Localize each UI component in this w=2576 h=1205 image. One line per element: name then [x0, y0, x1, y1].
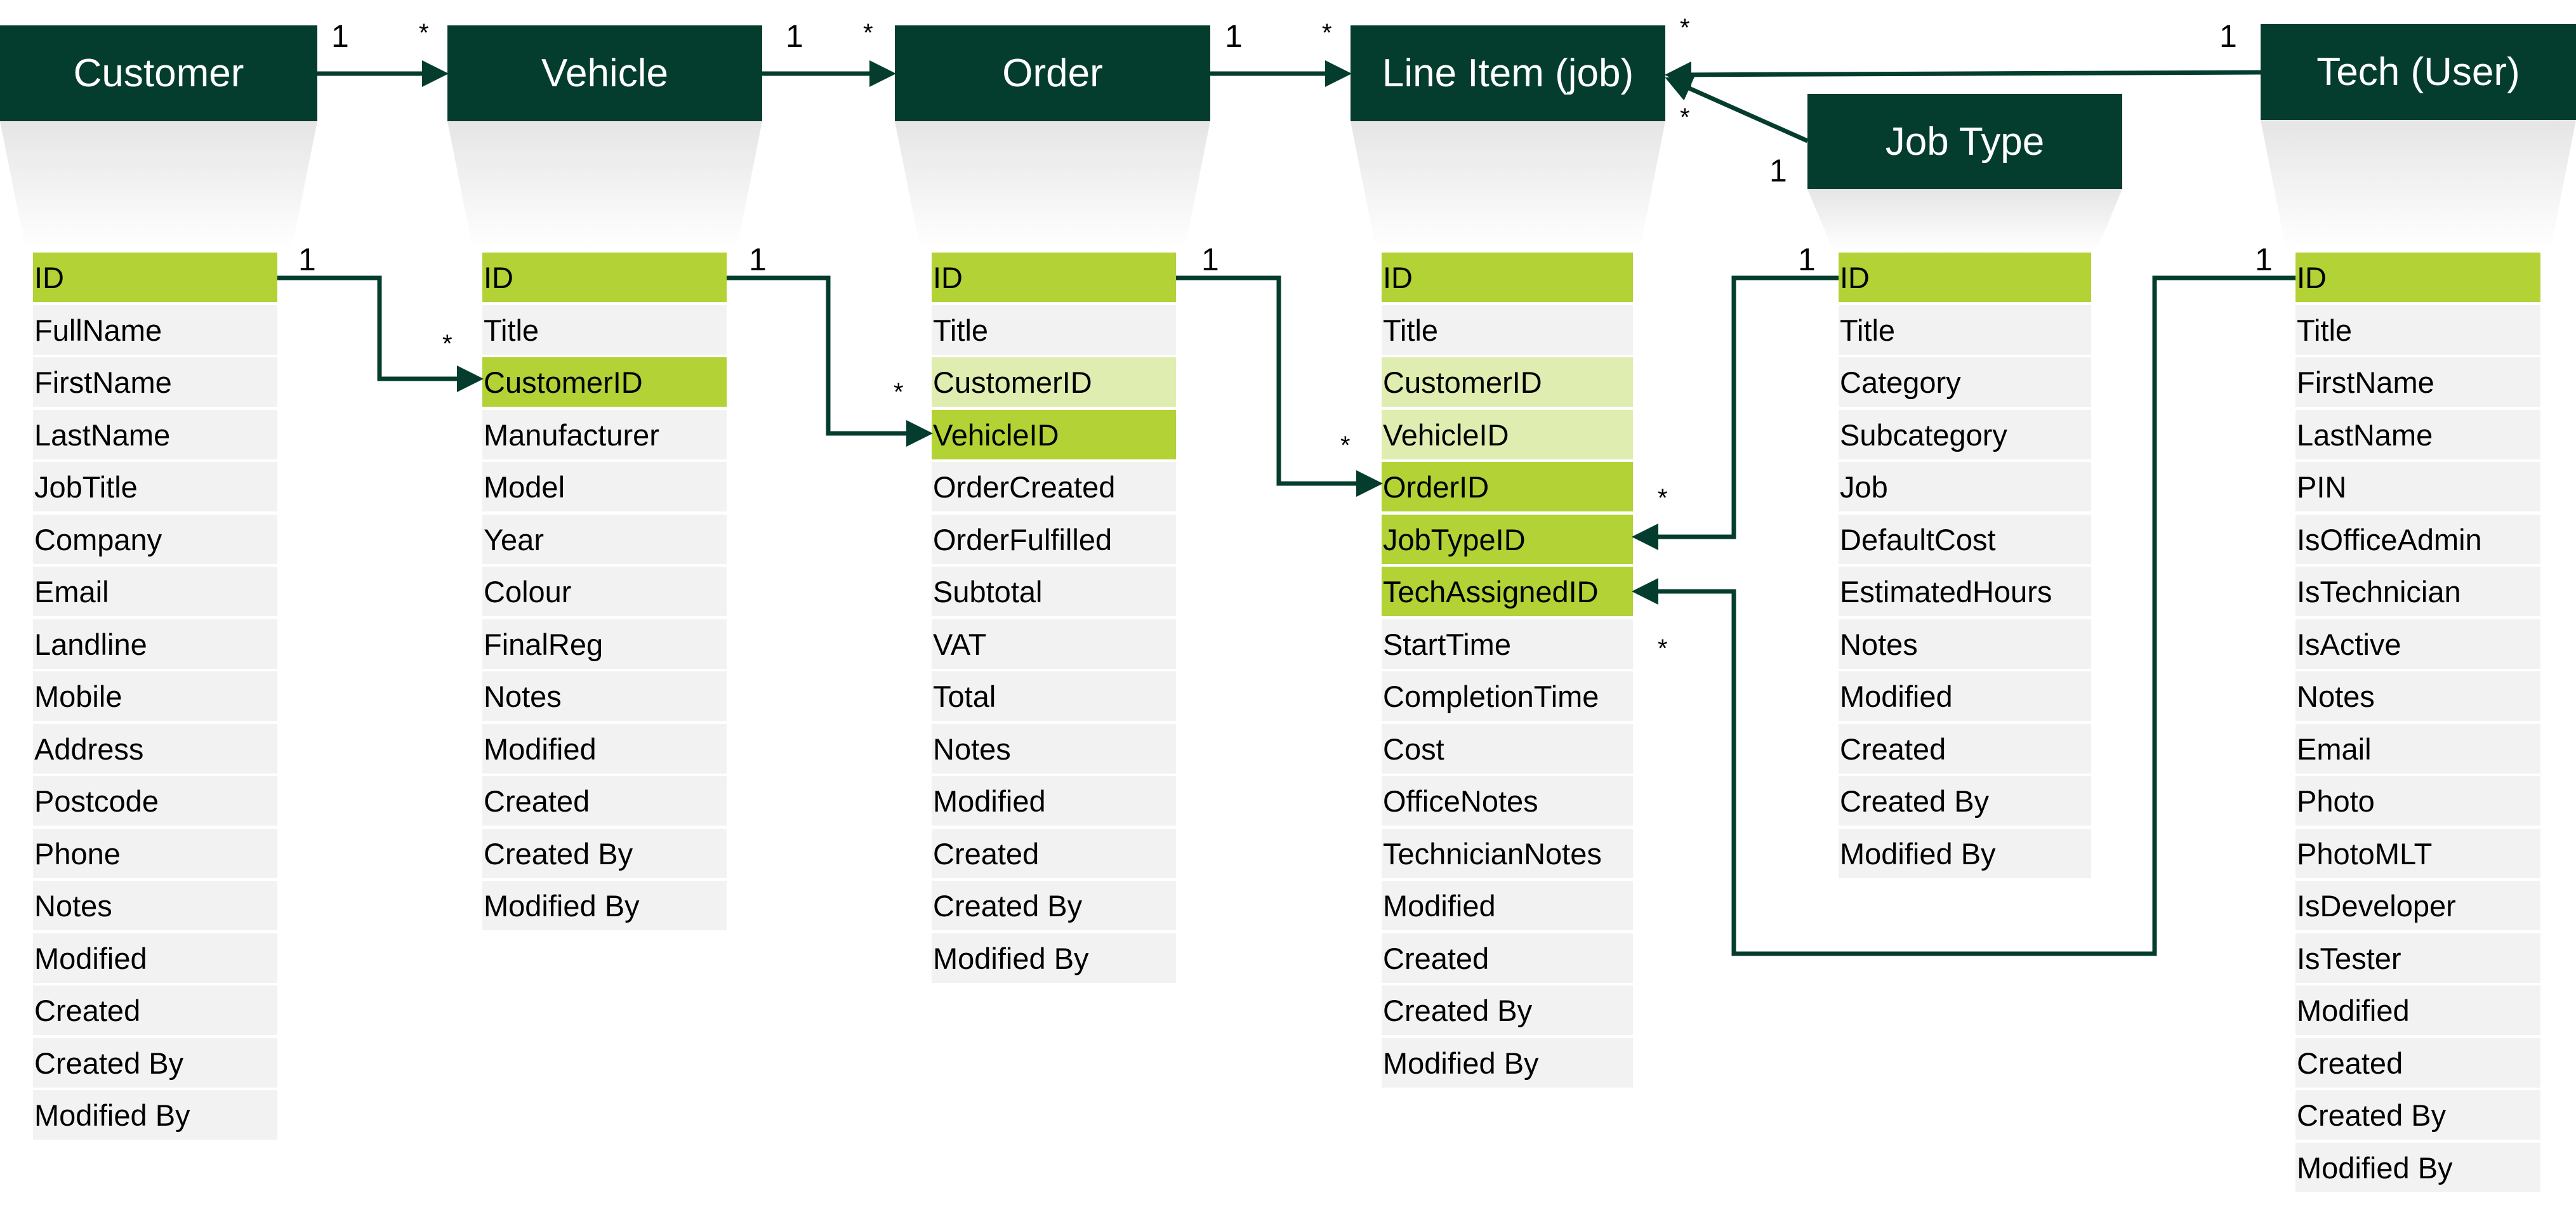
card-field-jobtype-1: 1: [1798, 242, 1816, 277]
card-order-line-many: *: [1322, 19, 1332, 47]
card-field-tech-1: 1: [2255, 242, 2273, 277]
card-customer-vehicle-many: *: [419, 19, 429, 47]
card-jobtype-line-many: *: [1680, 103, 1690, 131]
card-vehicle-order-many: *: [863, 19, 873, 47]
connector-customer-id-vehicle-customerid: [277, 275, 484, 392]
connector-vehicle-id-order-vehicleid: [727, 275, 933, 447]
card-tech-line-1: 1: [2219, 18, 2237, 54]
card-customer-vehicle-1: 1: [331, 18, 349, 54]
card-jobtype-line-1: 1: [1769, 153, 1787, 188]
card-tech-line-many: *: [1680, 14, 1690, 42]
card-field-vehicle-1: 1: [749, 242, 767, 277]
connector-job-type-line-item: [1665, 76, 1809, 143]
card-field-customer-1: 1: [298, 242, 316, 277]
card-vehicle-order-1: 1: [786, 18, 803, 54]
card-field-jobtype-many: *: [1658, 484, 1668, 512]
connectors: [277, 60, 2295, 956]
card-order-line-1: 1: [1225, 18, 1243, 54]
card-field-customer-many: *: [442, 330, 452, 358]
card-field-vehicle-many: *: [894, 378, 904, 406]
connector-tech-line-item: [1665, 61, 2261, 88]
card-field-order-many: *: [1340, 431, 1351, 459]
card-field-tech-many: *: [1658, 635, 1668, 662]
card-field-order-1: 1: [1201, 242, 1219, 277]
